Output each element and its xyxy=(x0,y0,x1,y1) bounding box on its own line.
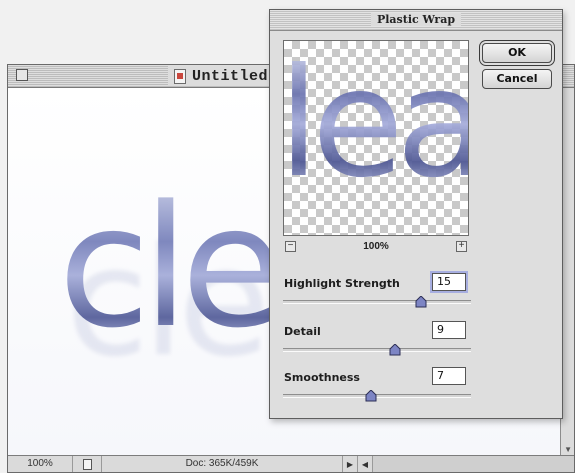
zoom-plus-icon[interactable]: + xyxy=(456,241,467,252)
highlight-strength-label: Highlight Strength xyxy=(284,277,400,290)
plastic-wrap-dialog: Plastic Wrap lea − 100% + OK Cancel High… xyxy=(269,9,563,419)
triangle-thumb-icon[interactable] xyxy=(365,390,377,402)
preview-text: lea xyxy=(284,49,468,199)
preview-zoom-controls: − 100% + xyxy=(283,241,469,255)
triangle-thumb-icon[interactable] xyxy=(389,344,401,356)
highlight-strength-slider[interactable] xyxy=(283,300,471,304)
status-zoom-level[interactable]: 100% xyxy=(8,456,73,472)
detail-field[interactable]: 9 xyxy=(432,321,466,339)
detail-label: Detail xyxy=(284,325,321,338)
status-bar: 100% Doc: 365K/459K ▶ ◀ xyxy=(8,455,574,472)
scroll-left-arrow-icon[interactable]: ◀ xyxy=(357,456,372,472)
cancel-button[interactable]: Cancel xyxy=(482,69,552,89)
scroll-down-arrow-icon[interactable]: ▼ xyxy=(564,445,572,454)
ok-button[interactable]: OK xyxy=(482,43,552,63)
detail-slider[interactable] xyxy=(283,348,471,352)
dialog-title: Plastic Wrap xyxy=(370,13,462,26)
filter-preview[interactable]: lea xyxy=(283,40,469,236)
status-document-icon[interactable] xyxy=(73,456,102,472)
highlight-strength-field[interactable]: 15 xyxy=(432,273,466,291)
horizontal-scrollbar[interactable] xyxy=(372,456,574,472)
smoothness-field[interactable]: 7 xyxy=(432,367,466,385)
status-doc-size: Doc: 365K/459K xyxy=(185,458,259,469)
smoothness-label: Smoothness xyxy=(284,371,360,384)
detail-control: Detail 9 xyxy=(283,321,473,363)
preview-zoom-value: 100% xyxy=(363,241,389,252)
desktop: Untitled-1 cle cle ▼ 100% Doc: 365K/459K… xyxy=(0,0,575,473)
highlight-strength-control: Highlight Strength 15 xyxy=(283,273,473,315)
smoothness-control: Smoothness 7 xyxy=(283,367,473,409)
dialog-titlebar[interactable]: Plastic Wrap xyxy=(270,10,562,31)
triangle-thumb-icon[interactable] xyxy=(415,296,427,308)
canvas-text: cle xyxy=(58,169,284,365)
close-box-icon[interactable] xyxy=(16,69,28,81)
document-file-icon xyxy=(174,68,186,84)
status-menu-arrow-icon[interactable]: ▶ xyxy=(342,456,357,472)
